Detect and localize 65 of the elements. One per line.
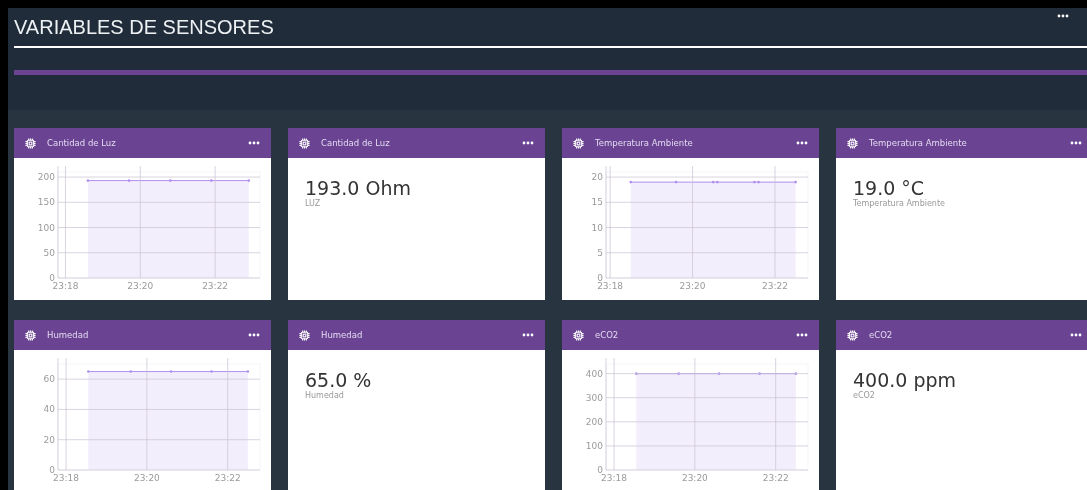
value-label: eCO2: [853, 391, 875, 401]
y-tick-label: 150: [37, 197, 55, 208]
y-tick-label: 50: [43, 247, 55, 258]
chip-icon: [847, 329, 858, 341]
y-tick-label: 100: [585, 440, 603, 451]
value-label: Humedad: [305, 391, 344, 401]
more-icon[interactable]: [248, 333, 260, 337]
card-title: eCO2: [595, 328, 620, 342]
y-tick-label: 200: [37, 172, 55, 183]
more-icon[interactable]: [522, 141, 534, 145]
chip-icon: [299, 137, 310, 149]
chip-icon: [25, 137, 36, 149]
card-title: Cantidad de Luz: [47, 136, 117, 150]
y-tick-label: 10: [591, 222, 603, 233]
more-icon[interactable]: [522, 333, 534, 337]
y-tick-label: 60: [43, 374, 55, 385]
card-title: Temperatura Ambiente: [869, 136, 968, 150]
x-tick-label: 23:20: [681, 473, 708, 483]
card-title: eCO2: [869, 328, 894, 342]
x-tick-label: 23:22: [762, 473, 789, 483]
more-icon[interactable]: [1070, 141, 1082, 145]
more-icon[interactable]: [1070, 333, 1082, 337]
value-label: LUZ: [305, 199, 321, 209]
y-tick-label: 300: [585, 392, 603, 403]
x-tick-label: 23:18: [601, 473, 628, 483]
value-reading: 400.0 ppm: [853, 369, 957, 391]
y-tick-label: 0: [597, 465, 603, 475]
dashboard-title: VARIABLES DE SENSORES: [14, 15, 274, 40]
more-icon[interactable]: [1057, 14, 1069, 18]
value-label: Temperatura Ambiente: [853, 199, 945, 209]
card-title: Temperatura Ambiente: [595, 136, 694, 150]
more-icon[interactable]: [796, 141, 808, 145]
x-tick-label: 23:18: [52, 281, 79, 291]
x-tick-label: 23:22: [762, 281, 788, 291]
x-tick-label: 23:20: [133, 473, 160, 483]
x-tick-label: 23:20: [679, 281, 706, 291]
y-tick-label: 40: [43, 404, 55, 415]
more-icon[interactable]: [248, 141, 260, 145]
y-tick-label: 5: [597, 247, 603, 258]
x-tick-label: 23:22: [202, 281, 229, 291]
card-title: Humedad: [321, 328, 364, 342]
x-tick-label: 23:18: [53, 473, 80, 483]
y-tick-label: 20: [591, 172, 603, 183]
y-tick-label: 15: [591, 197, 603, 208]
x-tick-label: 23:22: [214, 473, 241, 483]
y-tick-label: 0: [49, 273, 55, 283]
y-tick-label: 400: [585, 368, 603, 379]
chip-icon: [847, 137, 858, 149]
y-tick-label: 0: [597, 273, 603, 283]
chip-icon: [573, 137, 584, 149]
x-tick-label: 23:20: [127, 281, 154, 291]
y-tick-label: 100: [37, 222, 55, 233]
y-tick-label: 0: [49, 465, 55, 475]
y-tick-label: 20: [43, 434, 55, 445]
chip-icon: [573, 329, 584, 341]
chip-icon: [299, 329, 310, 341]
card-title: Cantidad de Luz: [321, 136, 391, 150]
value-reading: 65.0 %: [305, 369, 372, 391]
card-title: Humedad: [47, 328, 90, 342]
value-reading: 19.0 °C: [853, 177, 925, 199]
value-reading: 193.0 Ohm: [305, 177, 411, 199]
y-tick-label: 200: [585, 416, 603, 427]
more-icon[interactable]: [796, 333, 808, 337]
chip-icon: [25, 329, 36, 341]
x-tick-label: 23:18: [597, 281, 624, 291]
